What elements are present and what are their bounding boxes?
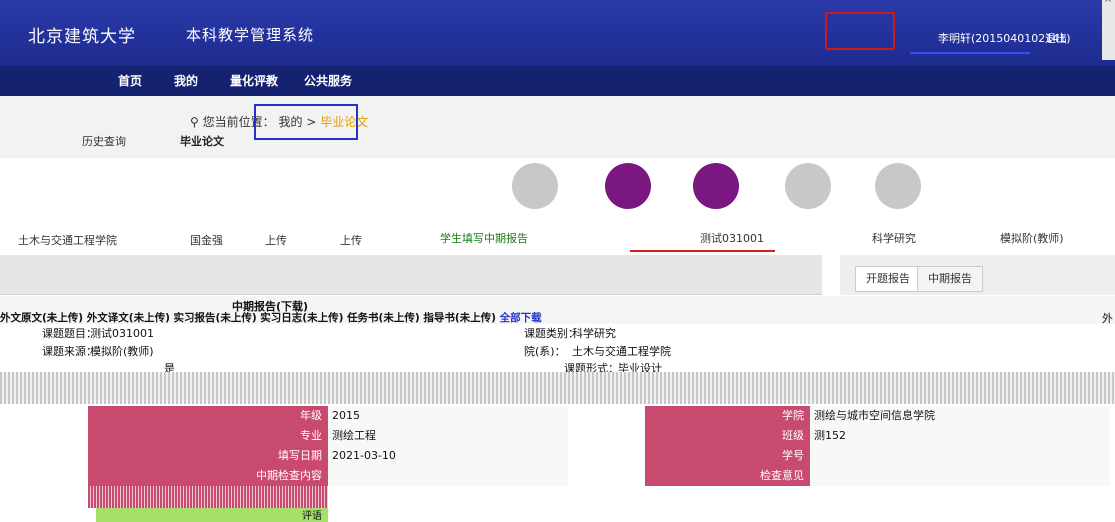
- download-all-link[interactable]: 全部下载: [500, 312, 542, 324]
- divider-band: [0, 372, 1115, 404]
- step-4[interactable]: [785, 163, 831, 209]
- step-2[interactable]: [605, 163, 651, 209]
- source-label: 课题来源：: [42, 345, 97, 358]
- college-value: 土木与交通工程学院: [572, 345, 671, 358]
- value-student-id: [810, 446, 1110, 466]
- label-grade: 年级: [88, 406, 328, 426]
- system-title: 本科教学管理系统: [186, 26, 315, 44]
- nav-public-service[interactable]: 公共服务: [304, 72, 352, 89]
- info-strip: 土木与交通工程学院 国金强 上传 上传 学生填写中期报告 测试031001 科学…: [0, 215, 1115, 255]
- university-logo: 北京建筑大学: [28, 27, 136, 47]
- page-title: 毕业论文: [180, 135, 224, 148]
- report-table: 年级 2015 学院 测绘与城市空间信息学院 专业 测绘工程 班级 测152 填…: [0, 404, 1115, 522]
- nav-mine[interactable]: 我的: [174, 72, 198, 89]
- value-class: 测152: [810, 426, 1110, 446]
- info-mentor: 国金强: [190, 234, 223, 247]
- label-check-opinion: 检查意见: [645, 466, 810, 486]
- highlight-box-breadcrumb: [254, 104, 358, 140]
- file-link[interactable]: 任务书(未上传): [347, 312, 420, 324]
- info-upload-2[interactable]: 上传: [340, 232, 362, 248]
- document-bar: 中期报告(下载) 外文原文(未上传) 外文译文(未上传) 实习报告(未上传) 实…: [0, 296, 1115, 324]
- label-check-content: 中期检查内容: [88, 466, 328, 486]
- file-link[interactable]: 实习报告(未上传): [174, 312, 257, 324]
- label-major: 专业: [88, 426, 328, 446]
- file-list: 外文原文(未上传) 外文译文(未上传) 实习报告(未上传) 实习日志(未上传) …: [0, 310, 542, 325]
- step-3-current[interactable]: [693, 163, 739, 209]
- value-grade: 2015: [328, 406, 568, 426]
- side-label: 外: [1102, 312, 1113, 325]
- college-label: 院(系)：: [524, 345, 566, 358]
- file-link[interactable]: 实习日志(未上传): [260, 312, 343, 324]
- file-link[interactable]: 外文原文(未上传): [0, 312, 83, 324]
- highlight-box-red: [825, 12, 895, 50]
- value-date: 2021-03-10: [328, 446, 568, 466]
- tab-opening-report[interactable]: 开题报告: [855, 266, 921, 292]
- history-link[interactable]: 历史查询: [82, 133, 126, 149]
- value-check-opinion[interactable]: [810, 466, 1110, 486]
- label-date: 填写日期: [88, 446, 328, 466]
- highlight-box-title: [630, 228, 775, 252]
- nav-home[interactable]: 首页: [118, 72, 142, 89]
- category-label: 课题类别：: [524, 327, 579, 340]
- info-review: 模拟阶(教师): [1000, 232, 1064, 245]
- field-row-2: 课题来源： 模拟阶(教师) 院(系)： 土木与交通工程学院: [0, 343, 1115, 361]
- sub-header: [0, 96, 1115, 158]
- scroll-up-icon[interactable]: ^: [1104, 0, 1112, 9]
- nav-evaluation[interactable]: 量化评教: [230, 72, 278, 89]
- info-college: 土木与交通工程学院: [18, 234, 117, 247]
- label-class: 班级: [645, 426, 810, 446]
- topic-value: 测试031001: [90, 327, 154, 340]
- value-major: 测绘工程: [328, 426, 568, 446]
- info-fill-report[interactable]: 学生填写中期报告: [440, 230, 528, 246]
- info-upload-1[interactable]: 上传: [265, 232, 287, 248]
- info-category: 科学研究: [872, 232, 916, 245]
- label-student-id: 学号: [645, 446, 810, 466]
- step-1[interactable]: [512, 163, 558, 209]
- file-link[interactable]: 指导书(未上传): [423, 312, 496, 324]
- label-school: 学院: [645, 406, 810, 426]
- location-icon: ⚲: [190, 115, 199, 129]
- left-panel-header: [0, 255, 822, 295]
- tab-midterm-report[interactable]: 中期报告: [917, 266, 983, 292]
- review-bar[interactable]: 评语: [96, 508, 328, 522]
- field-row-1: 课题题目： 测试031001 课题类别： 科学研究: [0, 325, 1115, 343]
- value-school: 测绘与城市空间信息学院: [810, 406, 1110, 426]
- topic-label: 课题题目：: [42, 327, 97, 340]
- step-5[interactable]: [875, 163, 921, 209]
- source-value: 模拟阶(教师): [90, 345, 154, 358]
- main-nav: 首页 我的 量化评教 公共服务: [0, 66, 1115, 96]
- category-value: 科学研究: [572, 327, 616, 340]
- value-check-content[interactable]: [328, 466, 568, 486]
- scrollbar[interactable]: ^: [1102, 0, 1115, 60]
- app-root: 北京建筑大学 本科教学管理系统 李明轩(2015040102141) 退出 首页…: [0, 0, 1115, 522]
- review-label: 评语: [302, 511, 322, 522]
- review-area: [88, 486, 328, 508]
- logout-link[interactable]: 退出: [1045, 30, 1067, 46]
- file-link[interactable]: 外文译文(未上传): [87, 312, 170, 324]
